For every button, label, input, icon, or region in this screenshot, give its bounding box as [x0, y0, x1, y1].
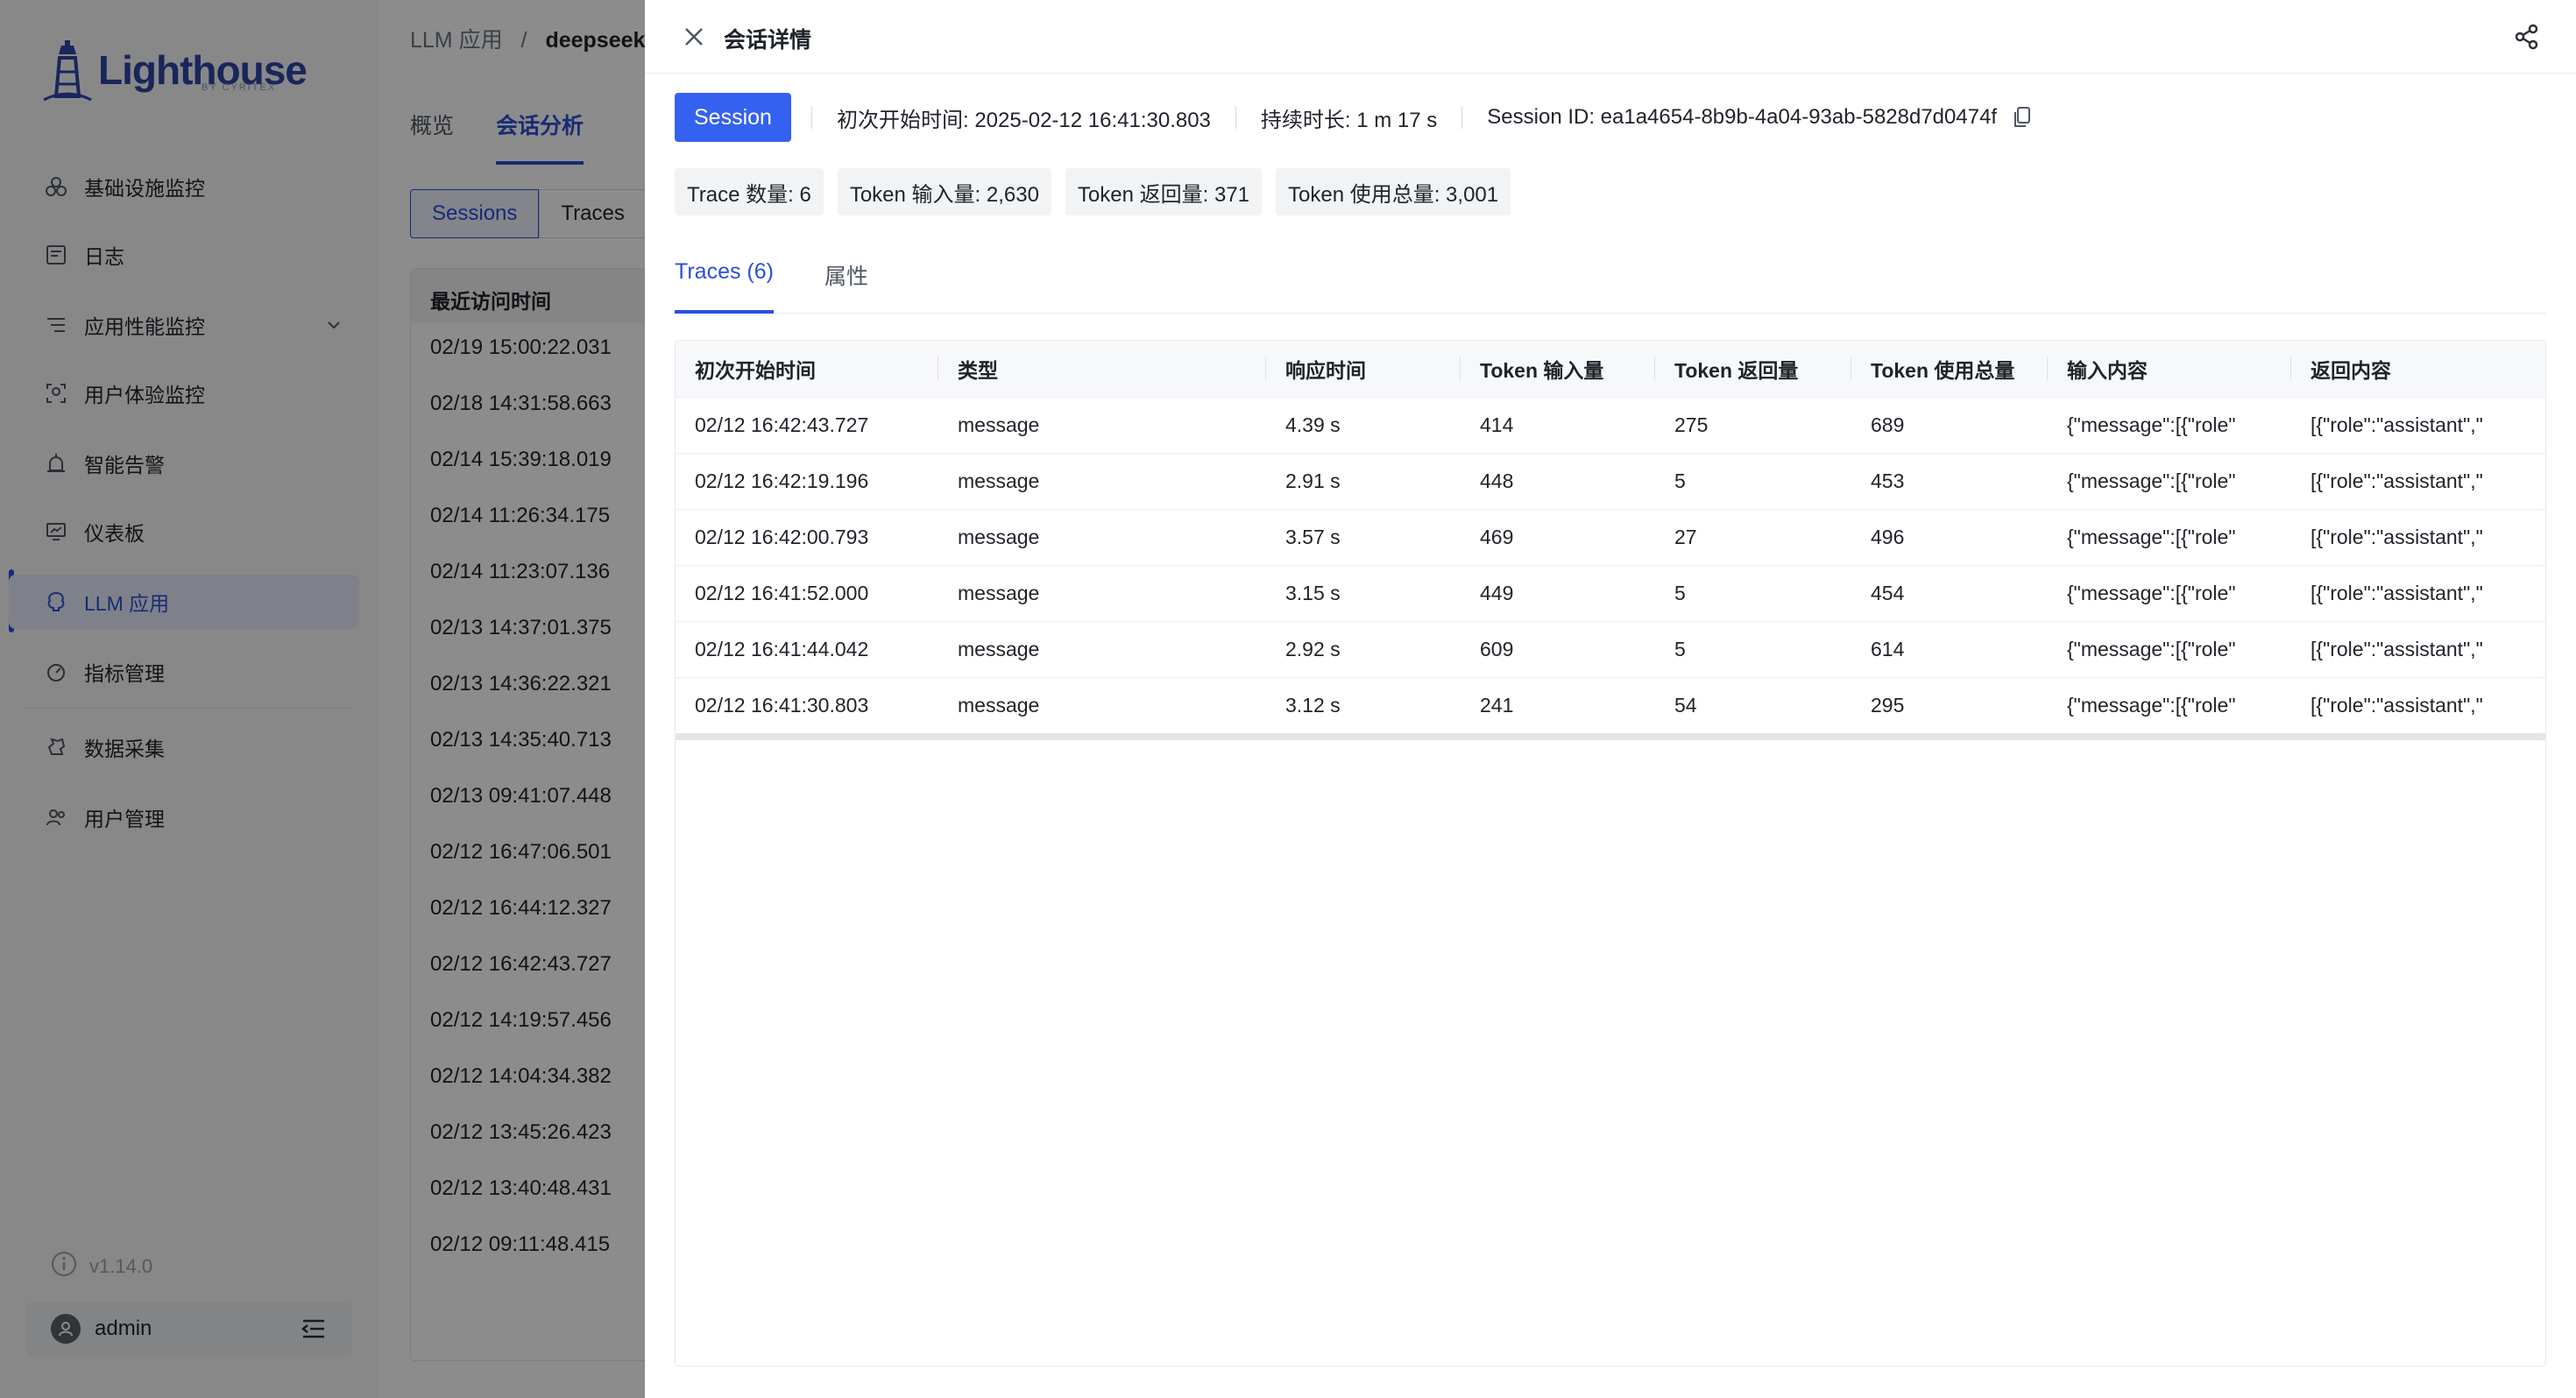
table-cell: 5	[1655, 564, 1851, 621]
horizontal-scrollbar[interactable]	[676, 733, 2545, 740]
table-row[interactable]: 02/12 16:41:30.803 message 3.12 s 241 54…	[676, 676, 2545, 733]
table-cell: 02/12 16:42:00.793	[676, 508, 938, 565]
token-output-chip: Token 返回量: 371	[1065, 168, 1263, 215]
table-cell: [{"role":"assistant","	[2291, 508, 2545, 565]
trace-count-chip: Trace 数量: 6	[675, 168, 824, 215]
table-header-row: 初次开始时间 类型 响应时间 Token 输入量 Token 返回量 Token…	[676, 341, 2545, 397]
column-header[interactable]: Token 输入量	[1461, 341, 1655, 397]
table-cell: 454	[1851, 564, 2048, 621]
table-cell: 5	[1655, 620, 1851, 677]
traces-table: 初次开始时间 类型 响应时间 Token 输入量 Token 返回量 Token…	[675, 340, 2546, 1366]
table-cell: 689	[1851, 396, 2048, 453]
close-icon[interactable]	[680, 23, 708, 51]
duration: 持续时长: 1 m 17 s	[1260, 108, 1438, 132]
token-total-chip: Token 使用总量: 3,001	[1276, 168, 1511, 215]
drawer-header: 会话详情	[645, 0, 2576, 74]
table-cell: 2.91 s	[1266, 452, 1461, 509]
table-cell: 27	[1655, 508, 1851, 565]
table-cell: 614	[1851, 620, 2048, 677]
column-header-label: Token 使用总量	[1871, 358, 2015, 382]
table-cell: 3.12 s	[1266, 676, 1461, 733]
table-row[interactable]: 02/12 16:42:19.196 message 2.91 s 448 5 …	[676, 452, 2545, 509]
column-header-label: 类型	[958, 358, 998, 382]
table-cell: 449	[1461, 564, 1655, 621]
table-cell: message	[938, 452, 1266, 509]
table-cell: message	[938, 396, 1266, 453]
table-cell: 4.39 s	[1266, 396, 1461, 453]
meta-divider	[1235, 106, 1236, 129]
tab-attributes[interactable]: 属性	[824, 259, 868, 314]
table-cell: 275	[1655, 396, 1851, 453]
column-header[interactable]: Token 使用总量	[1851, 341, 2048, 397]
table-cell: 02/12 16:41:44.042	[676, 620, 938, 677]
table-cell: [{"role":"assistant","	[2291, 452, 2545, 509]
table-cell: 5	[1655, 452, 1851, 509]
start-time: 初次开始时间: 2025-02-12 16:41:30.803	[837, 108, 1211, 132]
table-cell: [{"role":"assistant","	[2291, 676, 2545, 733]
table-cell: message	[938, 564, 1266, 621]
table-cell: 3.57 s	[1266, 508, 1461, 565]
column-header-label: 输入内容	[2067, 358, 2148, 382]
column-header-label: Token 输入量	[1480, 358, 1604, 382]
table-cell: 496	[1851, 508, 2048, 565]
table-cell: 295	[1851, 676, 2048, 733]
session-id: Session ID: ea1a4654-8b9b-4a04-93ab-5828…	[1487, 105, 1998, 129]
share-icon[interactable]	[2513, 23, 2541, 51]
table-cell: {"message":[{"role"	[2048, 676, 2291, 733]
table-cell: message	[938, 676, 1266, 733]
table-cell: 2.92 s	[1266, 620, 1461, 677]
table-cell: [{"role":"assistant","	[2291, 620, 2545, 677]
token-input-chip: Token 输入量: 2,630	[837, 168, 1051, 215]
column-header[interactable]: 初次开始时间	[676, 341, 938, 397]
table-cell: 241	[1461, 676, 1655, 733]
tab-traces[interactable]: Traces (6)	[675, 259, 774, 314]
table-cell: 609	[1461, 620, 1655, 677]
token-summary: Trace 数量: 6 Token 输入量: 2,630 Token 返回量: …	[675, 168, 1525, 215]
table-row[interactable]: 02/12 16:41:44.042 message 2.92 s 609 5 …	[676, 620, 2545, 677]
table-cell: {"message":[{"role"	[2048, 564, 2291, 621]
column-header[interactable]: Token 返回量	[1655, 341, 1851, 397]
table-cell: 3.15 s	[1266, 564, 1461, 621]
table-cell: [{"role":"assistant","	[2291, 564, 2545, 621]
table-cell: 453	[1851, 452, 2048, 509]
session-detail-drawer: 会话详情 Session 初次开始时间: 2025-02-12 16:41:30…	[645, 0, 2576, 1398]
table-cell: 54	[1655, 676, 1851, 733]
column-header-label: 返回内容	[2311, 358, 2391, 382]
table-cell: 469	[1461, 508, 1655, 565]
table-cell: 02/12 16:41:52.000	[676, 564, 938, 621]
column-header[interactable]: 类型	[938, 341, 1266, 397]
table-cell: {"message":[{"role"	[2048, 396, 2291, 453]
table-cell: 02/12 16:42:43.727	[676, 396, 938, 453]
column-header-label: 响应时间	[1285, 358, 1366, 382]
copy-icon[interactable]	[2013, 106, 2032, 129]
drawer-title: 会话详情	[724, 28, 812, 53]
table-cell: {"message":[{"role"	[2048, 620, 2291, 677]
table-cell: message	[938, 508, 1266, 565]
table-cell: 448	[1461, 452, 1655, 509]
table-cell: [{"role":"assistant","	[2291, 396, 2545, 453]
table-cell: 02/12 16:42:19.196	[676, 452, 938, 509]
table-row[interactable]: 02/12 16:41:52.000 message 3.15 s 449 5 …	[676, 564, 2545, 621]
column-header-label: Token 返回量	[1674, 358, 1799, 382]
table-cell: {"message":[{"role"	[2048, 508, 2291, 565]
drawer-tabs: Traces (6) 属性	[675, 259, 2546, 314]
meta-divider	[1461, 106, 1463, 129]
table-row[interactable]: 02/12 16:42:00.793 message 3.57 s 469 27…	[676, 508, 2545, 565]
column-header[interactable]: 输入内容	[2048, 341, 2291, 397]
session-badge: Session	[675, 93, 791, 142]
table-cell: {"message":[{"role"	[2048, 452, 2291, 509]
column-header-label: 初次开始时间	[695, 358, 816, 382]
column-header[interactable]: 返回内容	[2291, 341, 2545, 397]
meta-divider	[811, 106, 812, 129]
column-header[interactable]: 响应时间	[1266, 341, 1461, 397]
table-cell: 02/12 16:41:30.803	[676, 676, 938, 733]
table-row[interactable]: 02/12 16:42:43.727 message 4.39 s 414 27…	[676, 396, 2545, 453]
table-cell: 414	[1461, 396, 1655, 453]
session-meta: 初次开始时间: 2025-02-12 16:41:30.803 持续时长: 1 …	[811, 93, 2032, 142]
table-cell: message	[938, 620, 1266, 677]
